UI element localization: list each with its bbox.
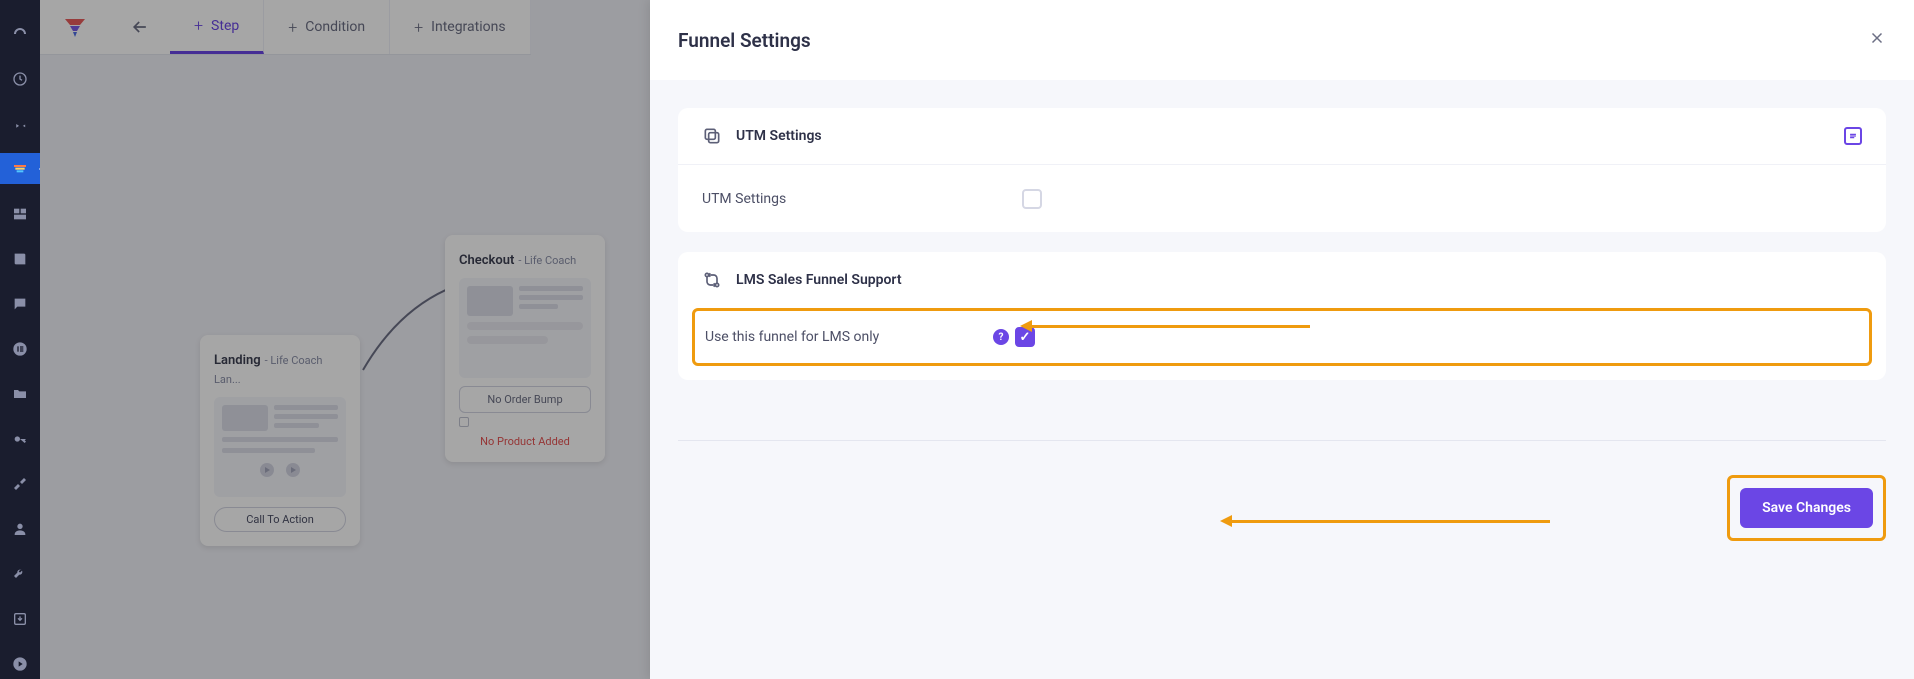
tab-condition[interactable]: + Condition (264, 0, 390, 54)
plus-icon: + (414, 18, 423, 37)
panel-header: Funnel Settings (650, 0, 1914, 80)
rail-funnel[interactable] (0, 153, 40, 184)
rail-pin[interactable] (0, 108, 40, 139)
section-title: UTM Settings (736, 128, 822, 144)
tab-label: Step (211, 18, 239, 34)
card-landing[interactable]: Landing - Life Coach Lan... Call To Acti… (200, 335, 360, 546)
elementor-icon (12, 341, 28, 357)
tab-label: Condition (305, 19, 365, 35)
play-icon (12, 656, 28, 672)
rail-clock[interactable] (0, 63, 40, 94)
panel-title: Funnel Settings (678, 29, 811, 52)
annotation-arrow-save (1230, 520, 1550, 523)
cta-button[interactable]: Call To Action (214, 507, 346, 532)
folder-icon (12, 386, 28, 402)
card-title: Checkout (459, 253, 514, 268)
git-compare-icon (702, 270, 722, 290)
funnel-bars-icon (12, 161, 28, 177)
layout-icon (12, 206, 28, 222)
section-utm: UTM Settings UTM Settings (678, 108, 1886, 232)
help-icon[interactable]: ? (993, 329, 1009, 345)
section-lms: LMS Sales Funnel Support Use this funnel… (678, 252, 1886, 380)
back-button[interactable] (110, 0, 170, 54)
annotation-arrow-lms (1030, 325, 1310, 328)
card-checkout[interactable]: Checkout - Life Coach No Order Bump No P… (445, 235, 605, 462)
pin-icon (12, 116, 28, 132)
funnel-logo-icon (63, 15, 87, 39)
book-icon (12, 251, 28, 267)
rail-download[interactable] (0, 603, 40, 634)
rail-chat[interactable] (0, 288, 40, 319)
wrench-diag-icon (12, 476, 28, 492)
close-button[interactable] (1868, 29, 1886, 51)
utm-row: UTM Settings (678, 164, 1886, 232)
chat-icon (12, 296, 28, 312)
rail-wrench[interactable] (0, 558, 40, 589)
save-row: Save Changes (678, 440, 1886, 541)
card-preview (214, 397, 346, 497)
rail-elementor[interactable] (0, 333, 40, 364)
copy-icon (702, 126, 722, 146)
section-header[interactable]: LMS Sales Funnel Support (678, 252, 1886, 308)
plus-icon: + (194, 16, 203, 35)
checkbox-small[interactable] (459, 417, 469, 427)
rail-play[interactable] (0, 648, 40, 679)
collapse-icon[interactable] (1844, 127, 1862, 145)
tab-label: Integrations (431, 19, 505, 35)
card-preview (459, 278, 591, 378)
rail-dashboard[interactable] (0, 18, 40, 49)
top-toolbar: + Step + Condition + Integrations (40, 0, 531, 55)
rail-wrench2[interactable] (0, 468, 40, 499)
funnel-settings-panel: Funnel Settings UTM Settings UTM Setting… (650, 0, 1914, 679)
close-icon (1868, 29, 1886, 47)
card-subtitle: - Life Coach (518, 254, 576, 267)
rail-key[interactable] (0, 423, 40, 454)
logo[interactable] (40, 0, 110, 54)
plus-icon: + (288, 18, 297, 37)
card-title-row: Checkout - Life Coach (459, 249, 591, 268)
key-icon (12, 431, 28, 447)
row-label: Use this funnel for LMS only (705, 329, 993, 345)
utm-checkbox[interactable] (1022, 189, 1042, 209)
rail-layout[interactable] (0, 198, 40, 229)
wrench-icon (12, 566, 28, 582)
card-title: Landing (214, 353, 261, 368)
no-product-label: No Product Added (459, 435, 591, 448)
order-bump[interactable]: No Order Bump (459, 386, 591, 413)
highlight-lms-row: Use this funnel for LMS only ? (692, 308, 1872, 366)
left-rail (0, 0, 40, 679)
tab-step[interactable]: + Step (170, 0, 264, 54)
highlight-save: Save Changes (1727, 475, 1886, 541)
clock-icon (12, 71, 28, 87)
tab-integrations[interactable]: + Integrations (390, 0, 530, 54)
row-label: UTM Settings (702, 191, 1022, 207)
section-header[interactable]: UTM Settings (678, 108, 1886, 164)
arrow-left-icon (130, 17, 150, 37)
download-icon (12, 611, 28, 627)
dashboard-icon (12, 26, 28, 42)
save-button[interactable]: Save Changes (1740, 488, 1873, 528)
section-title: LMS Sales Funnel Support (736, 272, 902, 288)
rail-folder[interactable] (0, 378, 40, 409)
rail-book[interactable] (0, 243, 40, 274)
user-icon (12, 521, 28, 537)
rail-user[interactable] (0, 513, 40, 544)
card-title-row: Landing - Life Coach Lan... (214, 349, 346, 387)
